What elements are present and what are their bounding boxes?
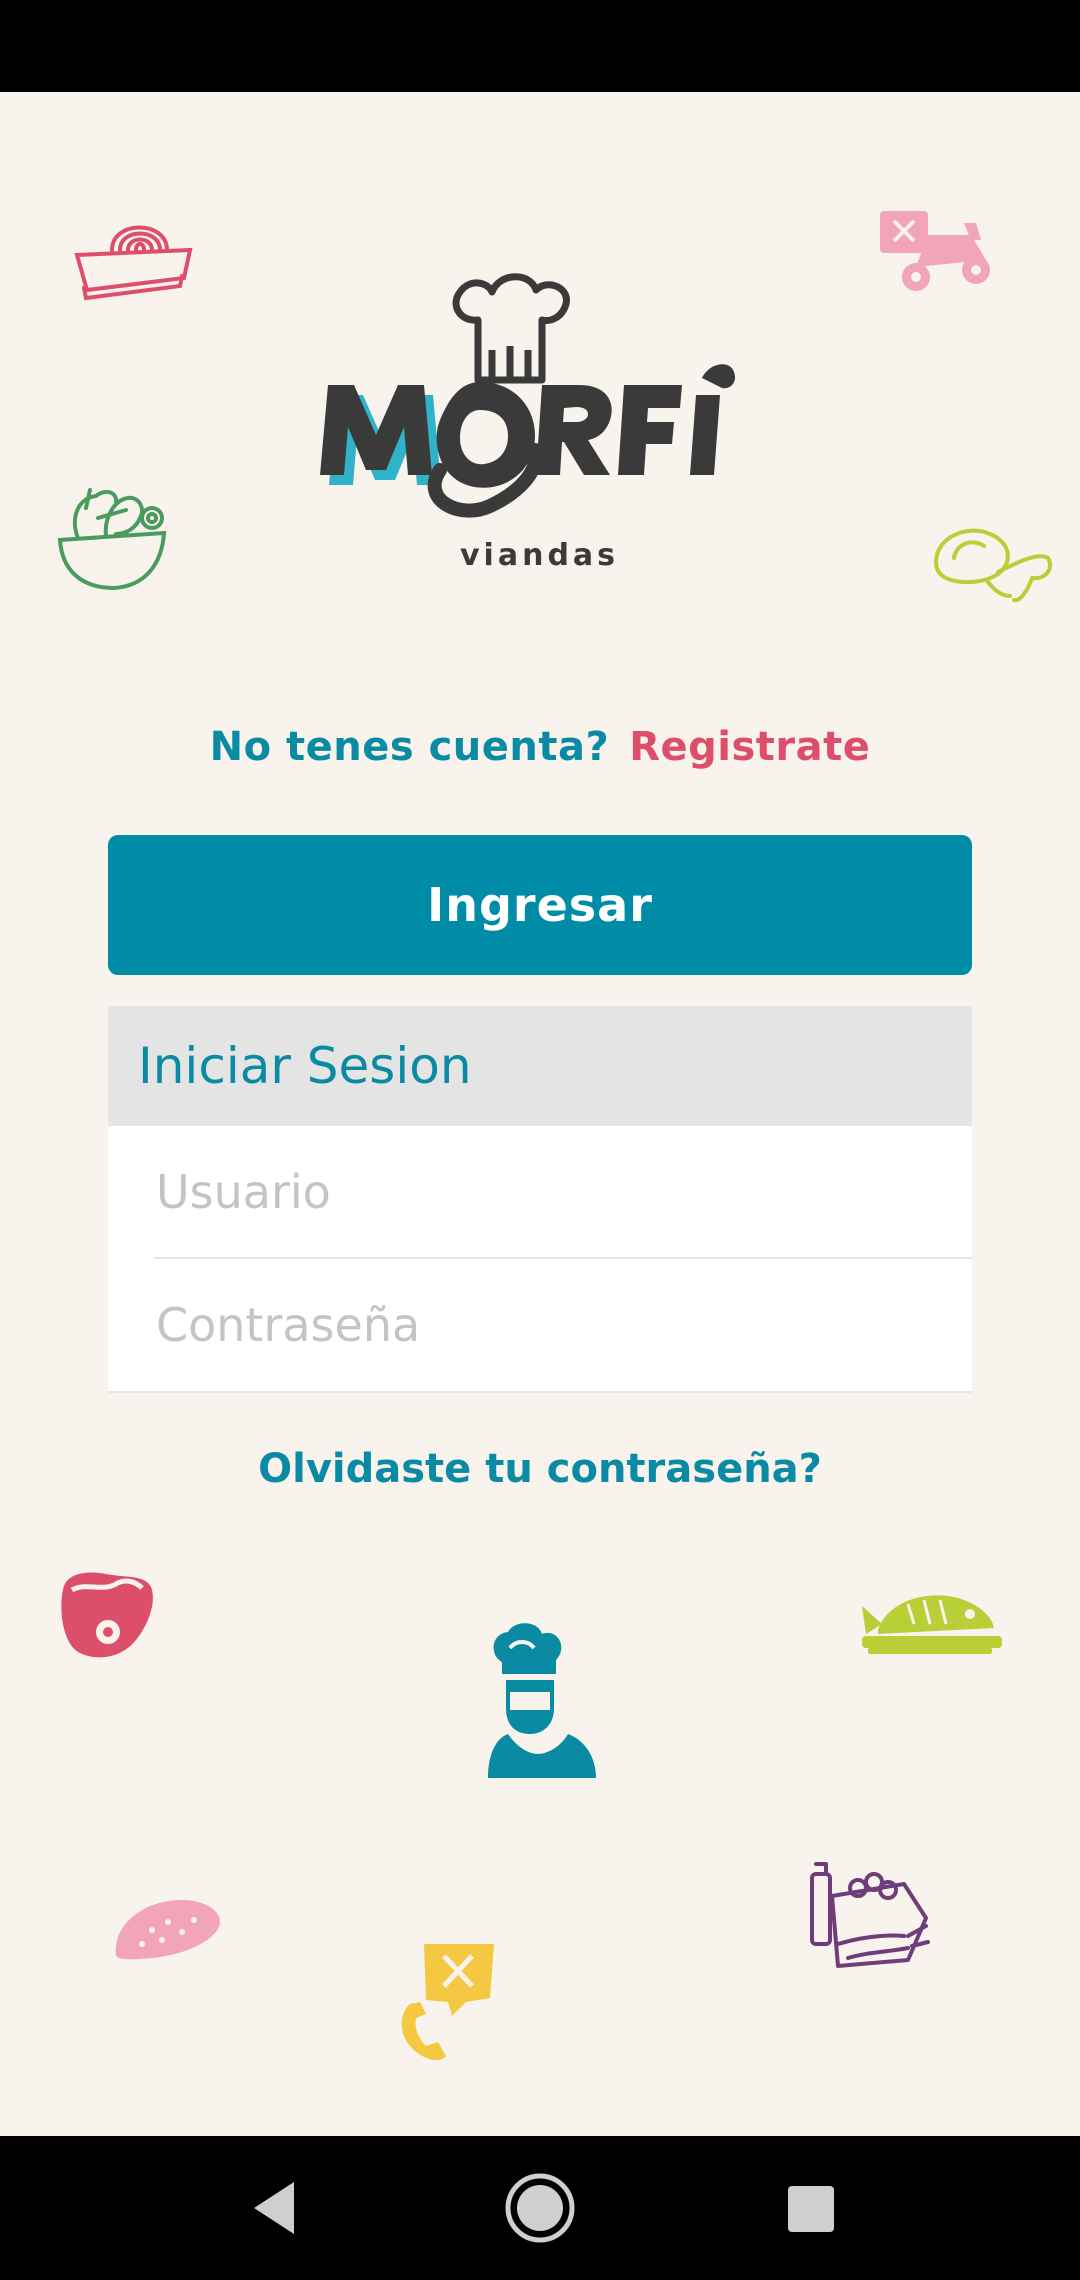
signup-question: No tenes cuenta? bbox=[209, 724, 610, 770]
home-icon[interactable] bbox=[504, 2172, 576, 2244]
salad-bowl-icon bbox=[57, 488, 167, 591]
system-nav-bar bbox=[0, 2136, 1080, 2280]
login-button[interactable]: Ingresar bbox=[108, 835, 972, 975]
fish-platter-icon bbox=[862, 1595, 1002, 1654]
password-field bbox=[108, 1259, 972, 1392]
divider bbox=[108, 1391, 972, 1393]
username-field bbox=[108, 1126, 972, 1259]
brand-tagline: viandas bbox=[460, 538, 620, 573]
grocery-bag-icon bbox=[810, 1862, 930, 1968]
forgot-password-link[interactable]: Olvidaste tu contraseña? bbox=[0, 1446, 1080, 1492]
signup-prompt: No tenes cuenta? Registrate bbox=[0, 724, 1080, 770]
register-link[interactable]: Registrate bbox=[629, 724, 870, 770]
morfi-logo bbox=[320, 273, 736, 518]
login-panel-title: Iniciar Sesion bbox=[108, 1006, 972, 1126]
username-input[interactable] bbox=[154, 1126, 958, 1258]
back-icon[interactable] bbox=[244, 2172, 316, 2244]
chicken-leg-icon bbox=[933, 528, 1052, 603]
taco-icon bbox=[115, 1900, 220, 1960]
login-panel: Iniciar Sesion bbox=[108, 1006, 972, 1393]
phone-order-icon bbox=[401, 1944, 494, 2061]
steak-icon bbox=[61, 1572, 153, 1658]
recents-icon[interactable] bbox=[774, 2172, 846, 2244]
chef-icon bbox=[488, 1623, 596, 1778]
delivery-scooter-icon bbox=[880, 211, 990, 291]
status-bar bbox=[0, 0, 1080, 92]
noodle-bowl-icon bbox=[74, 225, 193, 301]
password-input[interactable] bbox=[154, 1259, 958, 1391]
